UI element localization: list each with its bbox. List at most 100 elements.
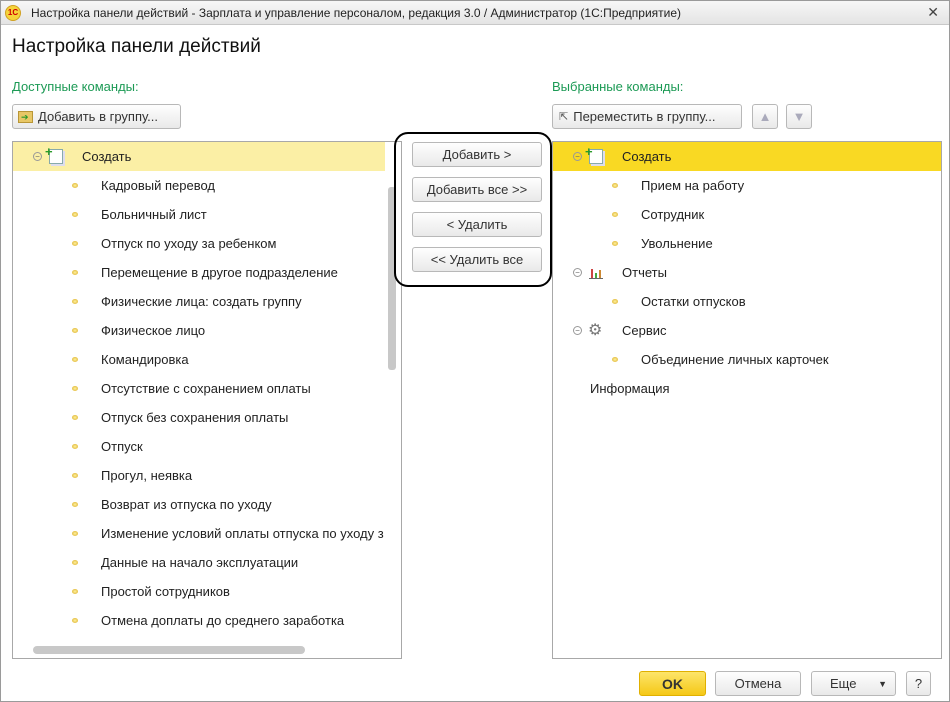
- collapse-icon[interactable]: −: [33, 152, 42, 161]
- list-item-label: Перемещение в другое подразделение: [101, 265, 338, 280]
- list-item[interactable]: Объединение личных карточек: [553, 345, 941, 374]
- list-item[interactable]: Отпуск по уходу за ребенком: [13, 229, 401, 258]
- bullet-icon: [612, 241, 618, 246]
- bullet-icon: [72, 299, 78, 304]
- list-item-label: Остатки отпусков: [641, 294, 746, 309]
- bullet-icon: [612, 299, 618, 304]
- selected-commands-tree[interactable]: − + Создать Прием на работу Сотрудник Увольне…: [552, 141, 942, 659]
- bullet-icon: [72, 618, 78, 623]
- bullet-icon: [72, 560, 78, 565]
- tree-group-gear[interactable]: − ⚙ Сервис: [553, 316, 941, 345]
- bullet-icon: [612, 357, 618, 362]
- selected-commands-label: Выбранные команды:: [552, 79, 684, 94]
- list-item-label: Больничный лист: [101, 207, 207, 222]
- move-up-button[interactable]: ▲: [752, 104, 778, 129]
- list-item-label: Изменение условий оплаты отпуска по уход…: [101, 526, 384, 541]
- list-item-label: Сотрудник: [641, 207, 705, 222]
- chevron-down-icon: ▼: [878, 678, 887, 689]
- list-item[interactable]: Отпуск: [13, 432, 401, 461]
- list-item[interactable]: Прогул, неявка: [13, 461, 401, 490]
- list-item[interactable]: Возврат из отпуска по уходу: [13, 490, 401, 519]
- list-item[interactable]: Больничный лист: [13, 200, 401, 229]
- title-bar: 1С Настройка панели действий - Зарплата …: [1, 1, 949, 25]
- dialog-window: 1С Настройка панели действий - Зарплата …: [0, 0, 950, 702]
- list-item[interactable]: Простой сотрудников: [13, 577, 401, 606]
- bullet-icon: [72, 328, 78, 333]
- add-all-button[interactable]: Добавить все >>: [412, 177, 542, 202]
- gear-icon: ⚙: [588, 322, 603, 339]
- page-title: Настройка панели действий: [12, 36, 261, 57]
- list-item[interactable]: Кадровый перевод: [13, 171, 401, 200]
- list-item[interactable]: Отпуск без сохранения оплаты: [13, 403, 401, 432]
- folder-add-icon: ➔: [18, 110, 33, 123]
- collapse-icon[interactable]: −: [573, 268, 582, 277]
- list-item[interactable]: Остатки отпусков: [553, 287, 941, 316]
- bullet-icon: [72, 502, 78, 507]
- list-item-label: Увольнение: [641, 236, 713, 251]
- move-cursor-icon: ⇱: [559, 111, 569, 123]
- move-to-group-button[interactable]: ⇱ Переместить в группу...: [552, 104, 742, 129]
- window-title: Настройка панели действий - Зарплата и у…: [31, 6, 682, 20]
- bullet-icon: [72, 357, 78, 362]
- list-item-label: Объединение личных карточек: [641, 352, 829, 367]
- list-item[interactable]: Изменение условий оплаты отпуска по уход…: [13, 519, 401, 548]
- bullet-icon: [72, 183, 78, 188]
- list-item[interactable]: Физическое лицо: [13, 316, 401, 345]
- bullet-icon: [72, 241, 78, 246]
- tree-item-info[interactable]: Информация: [553, 374, 941, 403]
- bullet-icon: [72, 415, 78, 420]
- close-icon[interactable]: ✕: [927, 4, 939, 21]
- list-item-label: Отпуск по уходу за ребенком: [101, 236, 277, 251]
- more-button[interactable]: Еще ▼: [811, 671, 896, 696]
- bullet-icon: [72, 270, 78, 275]
- list-item-label: Данные на начало эксплуатации: [101, 555, 299, 570]
- list-item[interactable]: Отмена доплаты до среднего заработка: [13, 606, 401, 635]
- tree-group-label: Создать: [622, 149, 672, 164]
- create-icon: +: [45, 144, 63, 164]
- tree-group-label: Создать: [82, 149, 132, 164]
- available-commands-label: Доступные команды:: [12, 79, 139, 94]
- bullet-icon: [72, 386, 78, 391]
- list-item-label: Кадровый перевод: [101, 178, 215, 193]
- list-item-label: Командировка: [101, 352, 189, 367]
- chart-icon: [589, 265, 603, 280]
- list-item[interactable]: Физические лица: создать группу: [13, 287, 401, 316]
- list-item[interactable]: Увольнение: [553, 229, 941, 258]
- tree-group-chart[interactable]: − Отчеты: [553, 258, 941, 287]
- tree-group-create[interactable]: − + Создать: [553, 142, 941, 171]
- list-item-label: Простой сотрудников: [101, 584, 230, 599]
- list-item[interactable]: Данные на начало эксплуатации: [13, 548, 401, 577]
- list-item-label: Отпуск без сохранения оплаты: [101, 410, 289, 425]
- bullet-icon: [612, 212, 618, 217]
- tree-group-label: Отчеты: [622, 265, 667, 280]
- bullet-icon: [612, 183, 618, 188]
- create-icon: +: [585, 144, 603, 164]
- remove-all-button[interactable]: << Удалить все: [412, 247, 542, 272]
- add-to-group-button[interactable]: ➔ Добавить в группу...: [12, 104, 181, 129]
- tree-group-create[interactable]: − + Создать: [13, 142, 385, 171]
- list-item-label: Отмена доплаты до среднего заработка: [101, 613, 345, 628]
- collapse-icon[interactable]: −: [573, 152, 582, 161]
- move-down-button[interactable]: ▼: [786, 104, 812, 129]
- list-item[interactable]: Командировка: [13, 345, 401, 374]
- list-item[interactable]: Отсутствие с сохранением оплаты: [13, 374, 401, 403]
- cancel-button[interactable]: Отмена: [715, 671, 801, 696]
- ok-button[interactable]: OK: [639, 671, 706, 696]
- remove-button[interactable]: < Удалить: [412, 212, 542, 237]
- list-item[interactable]: Прием на работу: [553, 171, 941, 200]
- list-item-label: Прогул, неявка: [101, 468, 193, 483]
- help-button[interactable]: ?: [906, 671, 931, 696]
- arrow-down-icon: ▼: [792, 109, 806, 124]
- list-item-label: Отсутствие с сохранением оплаты: [101, 381, 311, 396]
- add-button[interactable]: Добавить >: [412, 142, 542, 167]
- horizontal-scrollbar[interactable]: [33, 646, 305, 654]
- tree-item-label: Информация: [590, 381, 670, 396]
- list-item[interactable]: Сотрудник: [553, 200, 941, 229]
- collapse-icon[interactable]: −: [573, 326, 582, 335]
- tree-group-label: Сервис: [622, 323, 667, 338]
- bullet-icon: [72, 589, 78, 594]
- list-item-label: Отпуск: [101, 439, 143, 454]
- available-commands-tree[interactable]: − + Создать Кадровый перевод Больничный лист…: [12, 141, 402, 659]
- list-item[interactable]: Перемещение в другое подразделение: [13, 258, 401, 287]
- bullet-icon: [72, 473, 78, 478]
